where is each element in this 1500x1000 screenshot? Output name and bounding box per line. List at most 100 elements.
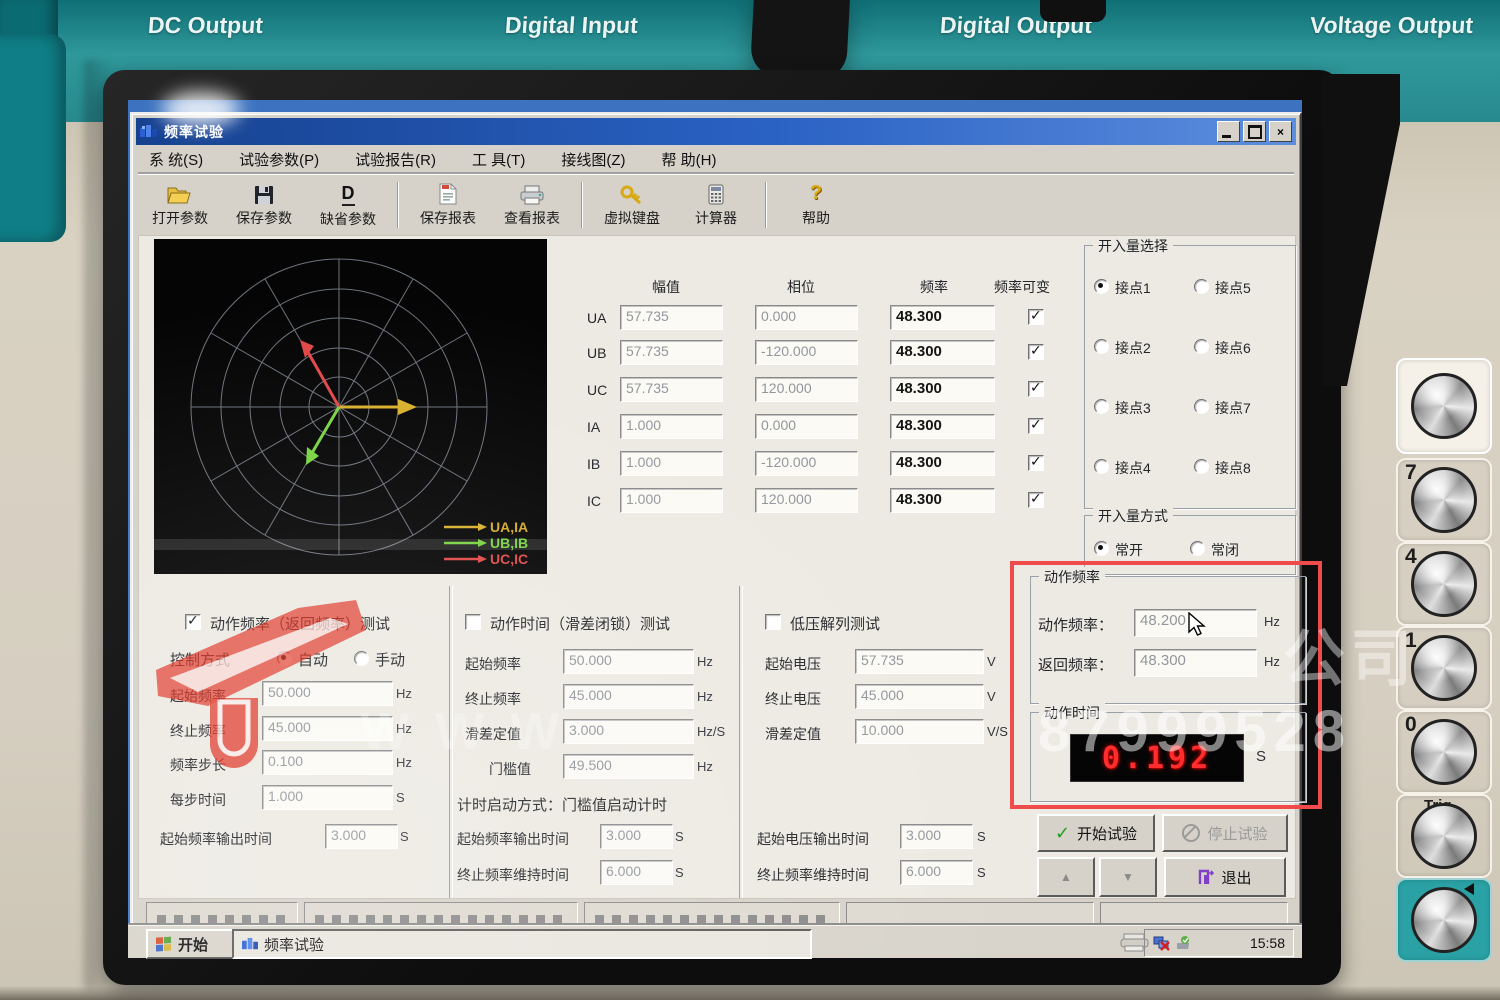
phase-field[interactable]: -120.000 [755,340,858,365]
open-params-button[interactable]: 打开参数 [138,178,222,232]
view-report-button[interactable]: 查看报表 [490,178,574,232]
menu-test-report[interactable]: 试验报告(R) [352,148,439,171]
radio-contact-8-label[interactable]: 接点8 [1215,458,1251,478]
scroll-up-button[interactable]: ▲ [1037,857,1095,897]
tt-output-time-field[interactable]: 3.000 [600,824,673,849]
calculator-button[interactable]: 计算器 [674,178,758,232]
radio-contact-4[interactable] [1094,459,1109,474]
radio-contact-1[interactable] [1094,279,1109,294]
exit-button[interactable]: 退出 [1164,857,1286,897]
lv-hold-time-field[interactable]: 6.000 [900,860,973,885]
metal-button[interactable] [1411,635,1477,701]
metal-button[interactable] [1411,551,1477,617]
freq-variable-checkbox[interactable] [1028,379,1044,397]
virtual-keyboard-button[interactable]: 虚拟键盘 [590,178,674,232]
maximize-button[interactable] [1243,121,1266,142]
time-test-title[interactable]: 动作时间（滑差闭锁）测试 [490,613,670,634]
menu-system[interactable]: 系 统(S) [146,148,206,171]
side-button-teal[interactable] [1396,878,1492,962]
radio-contact-1-label[interactable]: 接点1 [1115,278,1151,298]
radio-auto-label[interactable]: 自动 [298,649,328,670]
phase-field[interactable]: 120.000 [755,488,858,513]
time-test-checkbox[interactable] [465,614,481,630]
start-voltage-field[interactable]: 57.735 [855,649,984,674]
metal-button[interactable] [1411,467,1477,533]
freq-variable-checkbox[interactable] [1028,416,1044,434]
side-button-1[interactable]: 1 [1396,626,1492,710]
radio-contact-7[interactable] [1194,399,1209,414]
tray-app-icon[interactable] [1177,935,1193,951]
stop-test-button[interactable]: 停止试验 [1162,814,1288,852]
radio-normally-closed-label[interactable]: 常闭 [1211,540,1239,560]
radio-contact-3[interactable] [1094,399,1109,414]
save-report-button[interactable]: 保存报表 [406,178,490,232]
radio-contact-5[interactable] [1194,279,1209,294]
return-frequency-field[interactable]: 48.300 [1134,649,1257,677]
metal-button[interactable] [1411,887,1477,953]
lv-test-title[interactable]: 低压解列测试 [790,613,880,634]
amplitude-field[interactable]: 57.735 [620,377,723,402]
side-button-7[interactable]: 7 [1396,458,1492,542]
menu-test-params[interactable]: 试验参数(P) [236,148,322,171]
freq-test-checkbox[interactable] [185,612,201,630]
metal-button[interactable] [1411,719,1477,785]
menu-help[interactable]: 帮 助(H) [658,148,719,171]
help-button[interactable]: ? 帮助 [774,178,858,232]
start-freq-output-time-field[interactable]: 3.000 [325,824,398,849]
amplitude-field[interactable]: 57.735 [620,305,723,330]
slip-setting-field[interactable]: 3.000 [563,719,694,744]
frequency-field[interactable]: 48.300 [890,340,995,365]
radio-contact-5-label[interactable]: 接点5 [1215,278,1251,298]
tt-start-freq-field[interactable]: 50.000 [563,649,694,674]
metal-button[interactable] [1411,373,1477,439]
tt-end-freq-field[interactable]: 45.000 [563,684,694,709]
radio-manual-label[interactable]: 手动 [375,649,405,670]
task-button-frequency-test[interactable]: 频率试验 [232,929,812,959]
side-button-0[interactable]: 0 [1396,710,1492,794]
phase-field[interactable]: 120.000 [755,377,858,402]
side-button-plain[interactable] [1396,358,1492,454]
lv-test-checkbox[interactable] [765,614,781,630]
menu-tools[interactable]: 工 具(T) [469,148,528,171]
radio-contact-4-label[interactable]: 接点4 [1115,458,1151,478]
phase-field[interactable]: -120.000 [755,451,858,476]
radio-auto[interactable] [277,651,292,666]
lv-output-time-field[interactable]: 3.000 [900,824,973,849]
default-params-button[interactable]: D 缺省参数 [306,178,390,232]
menu-wiring-diagram[interactable]: 接线图(Z) [558,148,628,171]
metal-button[interactable] [1411,803,1477,869]
radio-contact-2[interactable] [1094,339,1109,354]
freq-variable-checkbox[interactable] [1028,307,1044,325]
tt-hold-time-field[interactable]: 6.000 [600,860,673,885]
frequency-field[interactable]: 48.300 [890,488,995,513]
radio-contact-8[interactable] [1194,459,1209,474]
radio-normally-open-label[interactable]: 常开 [1115,540,1143,560]
freq-variable-checkbox[interactable] [1028,490,1044,508]
network-offline-icon[interactable] [1153,935,1171,951]
start-test-button[interactable]: ✓ 开始试验 [1037,814,1155,852]
start-freq-field[interactable]: 50.000 [262,681,393,706]
frequency-field[interactable]: 48.300 [890,377,995,402]
lv-slip-setting-field[interactable]: 10.000 [855,719,984,744]
freq-step-field[interactable]: 0.100 [262,750,393,775]
side-button-trig[interactable]: Trig [1396,794,1492,878]
step-time-field[interactable]: 1.000 [262,785,393,810]
clock[interactable]: 15:58 [1250,935,1285,951]
amplitude-field[interactable]: 1.000 [620,451,723,476]
frequency-field[interactable]: 48.300 [890,451,995,476]
freq-variable-checkbox[interactable] [1028,453,1044,471]
frequency-field[interactable]: 48.300 [890,305,995,330]
radio-contact-7-label[interactable]: 接点7 [1215,398,1251,418]
radio-contact-6-label[interactable]: 接点6 [1215,338,1251,358]
freq-variable-checkbox[interactable] [1028,342,1044,360]
amplitude-field[interactable]: 1.000 [620,488,723,513]
end-voltage-field[interactable]: 45.000 [855,684,984,709]
freq-test-title[interactable]: 动作频率（返回频率）测试 [210,613,390,634]
side-button-4[interactable]: 4 [1396,542,1492,626]
radio-contact-2-label[interactable]: 接点2 [1115,338,1151,358]
minimize-button[interactable] [1217,121,1240,142]
scroll-down-button[interactable]: ▼ [1099,857,1157,897]
radio-normally-open[interactable] [1094,541,1109,556]
amplitude-field[interactable]: 1.000 [620,414,723,439]
radio-contact-6[interactable] [1194,339,1209,354]
